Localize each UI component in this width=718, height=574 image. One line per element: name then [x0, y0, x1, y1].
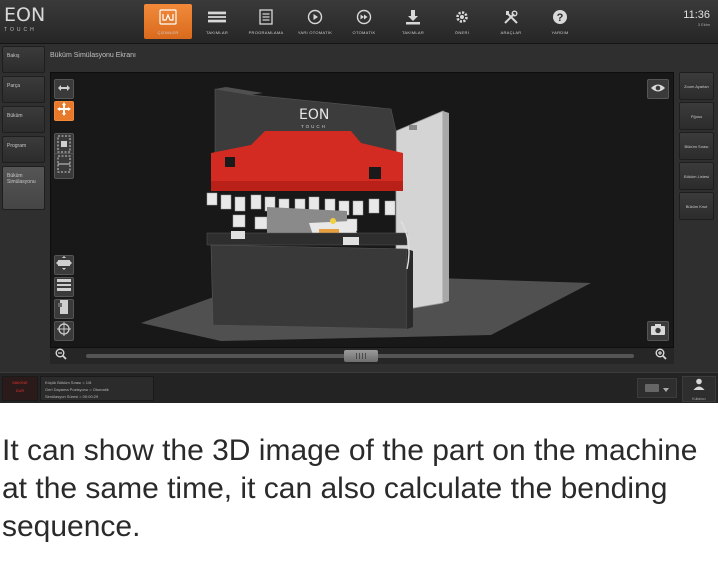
- crosshair-icon: [57, 321, 71, 341]
- svg-text:?: ?: [557, 12, 564, 24]
- nav-label: PROGRAMLAMA: [248, 30, 284, 35]
- main-nav: ÇIZIMLER TAKIMLAR PROGRAMLAMA YARI OTOMA…: [144, 4, 585, 40]
- chevron-down-icon: [663, 379, 669, 397]
- caption-text: It can show the 3D image of the part on …: [2, 434, 698, 543]
- side-profile-icon: [58, 299, 70, 319]
- visibility-button[interactable]: [647, 79, 669, 99]
- pan-tool-button[interactable]: [54, 101, 74, 121]
- list-doc-icon: [257, 8, 275, 26]
- play-circle-icon: [306, 8, 324, 26]
- left-menu-item-part[interactable]: Parça: [2, 76, 45, 103]
- zoom-out-icon: [55, 347, 67, 365]
- status-bar: MAKİNE DUR Küçük Büküm Sırası = 1/8 Geri…: [0, 372, 718, 403]
- right-menu-item-bend-limit[interactable]: Büküm Kısıt: [679, 192, 714, 220]
- simulation-viewport[interactable]: EON TOUCH: [50, 72, 674, 348]
- wrench-icon: [502, 8, 520, 26]
- nav-tool-library[interactable]: TAKIMLAR: [389, 4, 437, 39]
- right-menu-item-bend-list[interactable]: Büküm Listesi: [679, 162, 714, 190]
- eon-touch-logo: EON TOUCH: [4, 6, 52, 38]
- nav-label: ÖNERİ: [454, 30, 470, 35]
- nav-label: YARI OTOMATİK: [297, 30, 333, 35]
- zoom-in-icon: [655, 347, 667, 365]
- status-led-line2: DUR: [15, 388, 25, 393]
- panel-title: Büküm Simülasyonu Ekranı: [50, 52, 136, 59]
- move-cross-icon: [57, 101, 71, 121]
- logo-sub: TOUCH: [4, 27, 37, 33]
- nav-label: ARAÇLAR: [500, 30, 522, 35]
- help-icon: ?: [551, 8, 569, 26]
- clock: 11:36 3 Ekim: [683, 9, 710, 27]
- machine-lower-frame: [210, 244, 408, 330]
- nav-settings[interactable]: ÖNERİ: [438, 4, 486, 39]
- top-bar: EON TOUCH ÇIZIMLER TAKIMLAR PROGRAMLAMA …: [0, 0, 718, 44]
- camera-icon: [650, 322, 666, 340]
- zoom-out-button[interactable]: [52, 347, 70, 365]
- mode-select[interactable]: [637, 378, 677, 398]
- tool-stack-icon: [208, 8, 226, 26]
- nav-utilities[interactable]: ARAÇLAR: [487, 4, 535, 39]
- nav-auto[interactable]: OTOMATİK: [340, 4, 388, 39]
- press-brake-3d-scene: EON TOUCH: [141, 87, 591, 341]
- tool-stack-icon: [57, 278, 71, 296]
- status-info-row: Küçük Büküm Sırası = 1/8: [45, 380, 92, 385]
- status-info-row: Simülasyon Süresi = 00:00:29: [45, 394, 99, 399]
- status-led-line1: MAKİNE: [12, 380, 28, 385]
- left-menu-item-overview[interactable]: Bakış: [2, 46, 45, 73]
- logo-brand: EON: [4, 4, 46, 26]
- nav-label: OTOMATİK: [352, 30, 376, 35]
- nav-label: TAKIMLAR: [205, 30, 229, 35]
- rotate-arrows-icon: [57, 80, 71, 98]
- clock-time: 11:36: [683, 9, 710, 21]
- clock-date: 3 Ekim: [697, 22, 710, 27]
- nav-help[interactable]: ? YARDIM: [536, 4, 584, 39]
- eye-icon: [650, 80, 666, 98]
- app-window: EON TOUCH ÇIZIMLER TAKIMLAR PROGRAMLAMA …: [0, 0, 718, 403]
- fast-forward-icon: [355, 8, 373, 26]
- right-menu: Zoom Ayarları Pğoso Büküm Sırası Büküm L…: [679, 72, 715, 222]
- nav-label: TAKIMLAR: [401, 30, 425, 35]
- bend-shape-icon: [159, 8, 177, 26]
- rotate-tool-button[interactable]: [54, 79, 74, 99]
- machine-front-icon: [56, 255, 72, 275]
- left-menu-item-bend[interactable]: Büküm: [2, 106, 45, 133]
- right-menu-item-pgoso[interactable]: Pğoso: [679, 102, 714, 130]
- nav-label: YARDIM: [551, 30, 569, 35]
- machine-status-indicator: MAKİNE DUR: [2, 376, 38, 401]
- section-view-button[interactable]: [54, 153, 74, 179]
- user-icon: [693, 377, 705, 395]
- right-menu-item-bend-order[interactable]: Büküm Sırası: [679, 132, 714, 160]
- right-menu-item-zoom[interactable]: Zoom Ayarları: [679, 72, 714, 100]
- tool-view-button[interactable]: [54, 277, 74, 297]
- left-menu-item-bend-simulation[interactable]: Büküm Simülasyonu: [2, 166, 45, 210]
- nav-label: ÇIZIMLER: [157, 30, 179, 35]
- user-label: Kullanıcı: [692, 397, 706, 401]
- status-info-panel: Küçük Büküm Sırası = 1/8 Geri Dayama Poz…: [40, 376, 154, 401]
- nav-tools[interactable]: TAKIMLAR: [193, 4, 241, 39]
- front-view-button[interactable]: [54, 255, 74, 275]
- machine-logo-sub: TOUCH: [301, 124, 327, 129]
- reset-view-button[interactable]: [54, 321, 74, 341]
- section-view-icon: [57, 155, 71, 178]
- zoom-bar: [50, 348, 674, 364]
- machine-logo-brand: EON: [299, 107, 329, 123]
- download-tray-icon: [404, 8, 422, 26]
- nav-drawings[interactable]: ÇIZIMLER: [144, 4, 192, 39]
- user-button[interactable]: Kullanıcı: [682, 376, 716, 402]
- left-menu: Bakış Parça Büküm Program Büküm Simülasy…: [2, 46, 46, 213]
- screenshot-button[interactable]: [647, 321, 669, 341]
- left-menu-item-program[interactable]: Program: [2, 136, 45, 163]
- nav-semi-auto[interactable]: YARI OTOMATİK: [291, 4, 339, 39]
- zoom-slider-thumb[interactable]: [344, 350, 378, 362]
- zoom-in-button[interactable]: [652, 347, 670, 365]
- side-view-button[interactable]: [54, 299, 74, 319]
- status-info-row: Geri Dayama Pozisyonu = Otomatik: [45, 387, 109, 392]
- nav-programming[interactable]: PROGRAMLAMA: [242, 4, 290, 39]
- mode-select-value: [645, 384, 659, 392]
- gear-icon: [453, 8, 471, 26]
